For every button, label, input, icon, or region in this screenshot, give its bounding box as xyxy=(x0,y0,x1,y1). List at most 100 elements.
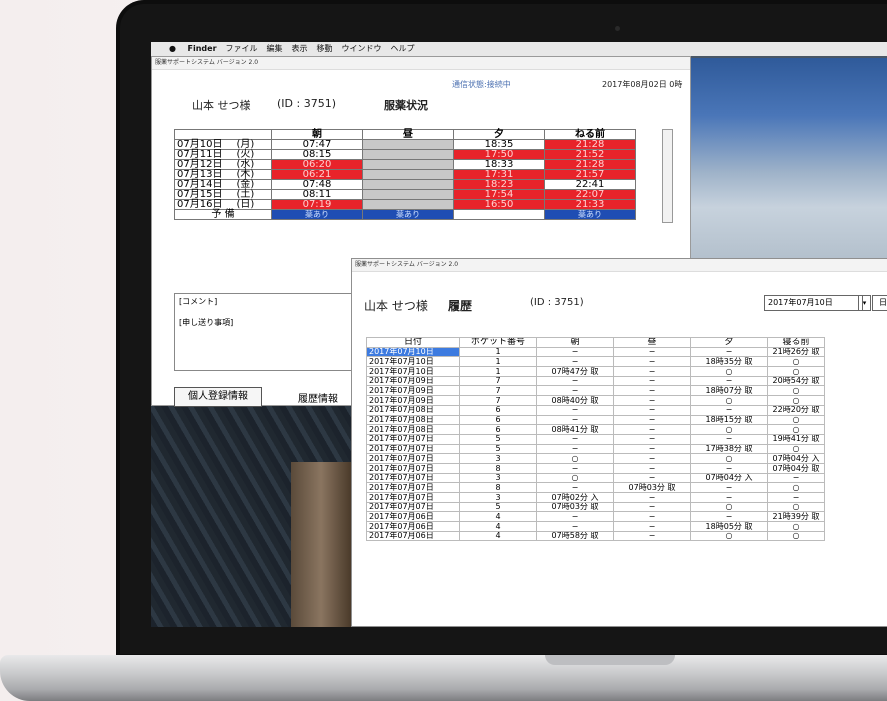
time-cell: 21:28 xyxy=(544,159,636,170)
table-cell: − xyxy=(690,433,768,445)
table-cell: 2017年07月10日 xyxy=(366,366,460,377)
table-cell: 4 xyxy=(459,530,537,542)
table-cell: − xyxy=(536,433,614,445)
table-cell: ○ xyxy=(536,453,614,464)
menu-item[interactable]: ファイル xyxy=(226,44,258,53)
chevron-down-icon[interactable]: ▾ xyxy=(858,295,871,311)
table-cell: 2017年07月07日 xyxy=(366,433,460,445)
time-cell xyxy=(362,199,454,210)
column-header[interactable]: 寝る前 xyxy=(767,337,825,348)
scrollbar[interactable] xyxy=(662,129,673,223)
table-cell: ○ xyxy=(690,453,768,464)
table-row[interactable]: 2017年07月07日 3 ○ − ○ 07時04分 入 xyxy=(366,453,825,464)
date-button[interactable]: 日 xyxy=(872,295,887,311)
table-cell: − xyxy=(536,414,614,426)
table-row[interactable]: 07月11日 (火) 08:15 17:50 21:52 xyxy=(174,149,636,160)
table-row[interactable]: 2017年07月08日 6− − −22時20分 取 xyxy=(366,404,825,416)
history-button[interactable]: 履歴情報 xyxy=(298,390,338,405)
table-row[interactable]: 2017年07月07日 8−07時03分 取 − ○ xyxy=(366,482,825,493)
table-row[interactable]: 2017年07月07日 5− − −19時41分 取 xyxy=(366,433,825,445)
table-cell: 08時41分 取 xyxy=(536,424,614,435)
table-cell: ○ xyxy=(767,443,825,455)
table-cell: 22時20分 取 xyxy=(767,404,825,416)
table-row[interactable]: 2017年07月09日 7− −18時07分 取 ○ xyxy=(366,385,825,397)
screen: ● Finder ファイル 編集 表示 移動 ウインドウ ヘルプ 服薬サポートシステム バー… xyxy=(151,42,887,627)
column-header[interactable]: 夕 xyxy=(690,337,768,348)
table-cell: ○ xyxy=(767,482,825,493)
table-cell: 21時26分 取 xyxy=(767,346,825,358)
apple-icon[interactable]: ● xyxy=(169,44,176,53)
table-cell: − xyxy=(536,443,614,455)
table-row[interactable]: 2017年07月06日 4 07時58分 取 − ○ ○ xyxy=(366,530,825,542)
time-cell: 18:23 xyxy=(453,179,545,190)
table-cell: 7 xyxy=(459,395,537,406)
table-row[interactable]: 2017年07月10日 1 07時47分 取 − ○ ○ xyxy=(366,366,825,377)
table-cell: 3 xyxy=(459,453,537,464)
table-cell: − xyxy=(613,424,691,435)
table-row[interactable]: 2017年07月06日 4− −18時05分 取 ○ xyxy=(366,521,825,532)
table-row[interactable]: 2017年07月09日 7− − −20時54分 取 xyxy=(366,375,825,387)
table-cell: ○ xyxy=(690,366,768,377)
table-cell: ○ xyxy=(690,501,768,513)
table-cell: 2017年07月07日 xyxy=(366,453,460,464)
table-row[interactable]: 07月15日 (土) 08:11 17:54 22:07 xyxy=(174,189,636,200)
table-row[interactable]: 2017年07月10日 1− − −21時26分 取 xyxy=(366,346,825,358)
table-row[interactable]: 07月16日 (日) 07:19 16:50 21:33 xyxy=(174,199,636,210)
table-cell: 2017年07月07日 xyxy=(366,462,460,474)
table-cell: 07時58分 取 xyxy=(536,530,614,542)
table-row[interactable]: 07月12日 (水) 06:20 18:33 21:28 xyxy=(174,159,636,170)
table-row[interactable]: 2017年07月07日 8− − −07時04分 取 xyxy=(366,462,825,474)
menu-item[interactable]: 表示 xyxy=(292,44,308,53)
table-row[interactable]: 07月13日 (木) 06:21 17:31 21:57 xyxy=(174,169,636,180)
table-cell: − xyxy=(536,346,614,358)
menu-item[interactable]: ヘルプ xyxy=(391,44,415,53)
table-cell: − xyxy=(613,433,691,445)
table-cell: 2017年07月06日 xyxy=(366,530,460,542)
laptop-notch xyxy=(545,655,675,665)
time-cell: 07:47 xyxy=(271,139,363,150)
table-row[interactable]: 2017年07月08日 6 08時41分 取 − ○ ○ xyxy=(366,424,825,435)
table-row[interactable]: 2017年07月07日 3 ○ −07時04分 入 − xyxy=(366,472,825,484)
table-row[interactable]: 2017年07月07日 5− −17時38分 取 ○ xyxy=(366,443,825,455)
table-cell: − xyxy=(536,521,614,532)
column-header[interactable]: 朝 xyxy=(536,337,614,348)
table-cell: 07時02分 入 xyxy=(536,492,614,503)
column-header: ねる前 xyxy=(544,129,636,140)
table-row[interactable]: 07月10日 (月) 07:47 18:35 21:28 xyxy=(174,139,636,150)
page-title: 履歴 xyxy=(448,299,473,313)
table-cell: 18時05分 取 xyxy=(690,521,768,532)
table-row[interactable]: 2017年07月10日 1− −18時35分 取 ○ xyxy=(366,356,825,368)
menu-item[interactable]: 編集 xyxy=(267,44,283,53)
column-header[interactable]: 日付 xyxy=(366,337,460,348)
table-row[interactable]: 2017年07月09日 7 08時40分 取 − ○ ○ xyxy=(366,395,825,406)
table-cell: − xyxy=(613,530,691,542)
table-cell: ○ xyxy=(767,366,825,377)
table-cell: 2017年07月10日 xyxy=(366,346,460,358)
table-row[interactable]: 07月14日 (金) 07:48 18:23 22:41 xyxy=(174,179,636,190)
table-cell: − xyxy=(613,511,691,523)
menu-item[interactable]: Finder xyxy=(188,44,217,53)
personal-info-button[interactable]: 個人登録情報 xyxy=(174,387,262,407)
table-cell: ○ xyxy=(767,414,825,426)
column-header[interactable]: ポケット番号 xyxy=(459,337,537,348)
table-cell: − xyxy=(613,492,691,503)
table-row[interactable]: 2017年07月07日 3 07時02分 入 − − − xyxy=(366,492,825,503)
date-select[interactable]: 2017年07月10日 xyxy=(764,295,863,311)
menu-item[interactable]: 移動 xyxy=(317,44,333,53)
reserve-cell: 薬あり xyxy=(362,209,454,220)
reserve-cell: 薬あり xyxy=(544,209,636,220)
table-cell: − xyxy=(536,356,614,368)
time-cell: 08:15 xyxy=(271,149,363,160)
menu-item[interactable]: ウインドウ xyxy=(342,44,382,53)
table-row[interactable]: 2017年07月07日 5 07時03分 取 − ○ ○ xyxy=(366,501,825,513)
table-cell: − xyxy=(613,443,691,455)
table-cell: − xyxy=(613,521,691,532)
table-row[interactable]: 2017年07月08日 6− −18時15分 取 ○ xyxy=(366,414,825,426)
table-row[interactable]: 2017年07月06日 4− − −21時39分 取 xyxy=(366,511,825,523)
table-cell: − xyxy=(613,414,691,426)
column-header[interactable]: 昼 xyxy=(613,337,691,348)
table-cell: ○ xyxy=(767,530,825,542)
table-cell: 5 xyxy=(459,433,537,445)
table-cell: 07時03分 取 xyxy=(613,482,691,493)
table-cell: 18時15分 取 xyxy=(690,414,768,426)
